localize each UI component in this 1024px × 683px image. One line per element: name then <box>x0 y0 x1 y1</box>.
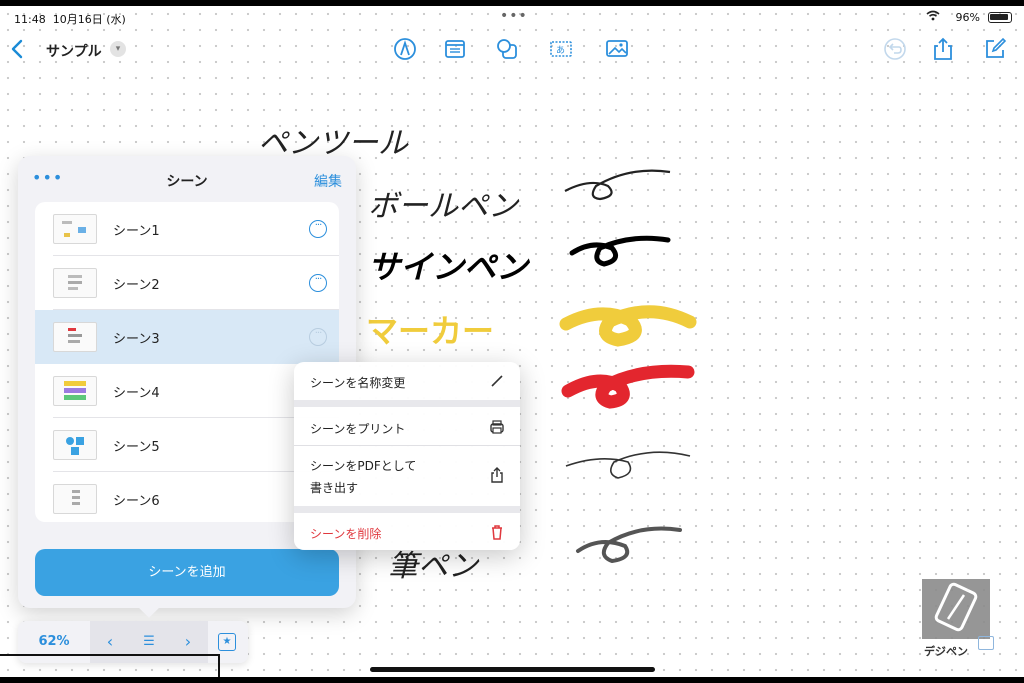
home-indicator[interactable] <box>370 667 655 672</box>
scene-more-icon[interactable]: ··· <box>309 220 327 238</box>
battery-icon <box>988 12 1012 23</box>
edit-button[interactable]: 編集 <box>314 171 342 191</box>
compose-icon <box>986 37 1007 58</box>
delete-scene-item[interactable]: シーンを削除 <box>294 513 520 550</box>
stroke-pencil <box>565 451 691 479</box>
text-box-icon: あ <box>550 41 572 57</box>
sidebar-toggle-icon[interactable] <box>978 636 994 650</box>
bottom-navigation: 62% ‹ ☰ › ★ <box>18 621 248 663</box>
rename-scene-item[interactable]: シーンを名称変更 <box>294 362 520 400</box>
back-chevron-icon <box>11 39 23 59</box>
compose-button[interactable] <box>982 36 1008 62</box>
panel-title: シーン <box>166 174 208 190</box>
menu-separator <box>294 506 520 513</box>
svg-text:あ: あ <box>556 45 565 56</box>
pencil-icon <box>488 372 506 390</box>
zoom-level-button[interactable]: 62% <box>18 621 90 663</box>
rename-scene-label: シーンを名称変更 <box>310 376 406 390</box>
hw-fudepen: 筆ペン <box>388 549 480 584</box>
export-pdf-item[interactable]: シーンをPDFとして 書き出す <box>294 446 520 506</box>
scene-name: シーン1 <box>113 224 160 239</box>
pen-tool-button[interactable] <box>392 36 418 62</box>
back-button[interactable] <box>8 36 32 62</box>
share-icon <box>934 37 952 60</box>
status-time: 11:48 10月16日 (水) <box>14 13 126 26</box>
stroke-signpen <box>569 235 671 267</box>
text-box-button[interactable]: あ <box>548 36 574 62</box>
top-toolbar: サンプル ▾ あ <box>0 34 1024 66</box>
scene-thumbnail <box>53 214 97 244</box>
previous-scene-button[interactable]: ‹ <box>92 621 128 663</box>
document-title[interactable]: サンプル <box>46 41 102 61</box>
media-icon <box>606 40 628 57</box>
stroke-ballpen <box>564 169 671 201</box>
hw-marker: マーカー <box>366 312 494 350</box>
printer-icon <box>488 418 506 436</box>
scene-more-icon[interactable]: ··· <box>309 274 327 292</box>
scene-thumbnail <box>53 376 97 406</box>
scene-thumbnail <box>53 430 97 460</box>
divider <box>218 654 220 677</box>
watermark-text: デジペン <box>924 645 968 658</box>
print-scene-label: シーンをプリント <box>310 422 406 436</box>
scene-name: シーン4 <box>113 386 160 401</box>
divider <box>0 654 220 656</box>
favorite-scene-button[interactable]: ★ <box>218 633 236 651</box>
wifi-icon <box>926 10 940 24</box>
scene-row-3[interactable]: シーン3 ··· <box>35 310 339 364</box>
media-button[interactable] <box>604 36 630 62</box>
scene-row-1[interactable]: シーン1 ··· <box>35 202 339 256</box>
shapes-button[interactable] <box>494 36 520 62</box>
scene-name: シーン3 <box>113 332 160 347</box>
trash-icon <box>488 523 506 541</box>
sticky-note-icon <box>445 40 465 58</box>
sticky-note-button[interactable] <box>442 36 468 62</box>
ipad-screen: 11:48 10月16日 (水) ••• 96% サンプル ▾ あ ペンツール … <box>0 6 1024 677</box>
scene-name: シーン6 <box>113 494 160 509</box>
scene-thumbnail <box>53 268 97 298</box>
stroke-marker <box>559 305 697 347</box>
stroke-fudepen <box>576 526 682 564</box>
shapes-icon <box>497 39 517 59</box>
undo-button[interactable] <box>882 36 908 62</box>
watermark-logo <box>922 579 990 639</box>
hw-signpen: サインペン <box>368 248 531 286</box>
scene-context-menu: シーンを名称変更 シーンをプリント シーンをPDFとして 書き出す シーンを削除 <box>294 362 520 550</box>
pen-tool-icon <box>394 38 416 60</box>
scene-thumbnail <box>53 322 97 352</box>
add-scene-button[interactable]: シーンを追加 <box>35 549 339 596</box>
scene-navigator: ‹ ☰ › <box>90 621 208 663</box>
title-menu-chevron-icon[interactable]: ▾ <box>110 41 126 57</box>
export-pdf-label-line2: 書き出す <box>310 481 359 495</box>
tablet-pen-icon <box>934 582 978 632</box>
multitasking-dots[interactable]: ••• <box>500 8 528 24</box>
stroke-crayon <box>561 364 695 409</box>
scene-thumbnail <box>53 484 97 514</box>
scene-row-2[interactable]: シーン2 ··· <box>35 256 339 310</box>
delete-scene-label: シーンを削除 <box>310 527 382 541</box>
menu-separator <box>294 400 520 407</box>
battery-percent: 96% <box>955 11 980 24</box>
scene-more-icon[interactable]: ··· <box>309 328 327 346</box>
hw-ballpen: ボールペン <box>368 189 520 224</box>
panel-pointer <box>139 598 159 618</box>
share-export-icon <box>488 466 506 484</box>
scenes-panel-header: ••• シーン 編集 <box>18 156 356 204</box>
share-button[interactable] <box>930 36 956 62</box>
next-scene-button[interactable]: › <box>170 621 206 663</box>
undo-icon <box>884 38 906 60</box>
scene-name: シーン5 <box>113 440 160 455</box>
scene-name: シーン2 <box>113 278 160 293</box>
print-scene-item[interactable]: シーンをプリント <box>294 407 520 445</box>
status-bar: 11:48 10月16日 (水) ••• 96% <box>0 6 1024 28</box>
export-pdf-label-line1: シーンをPDFとして <box>310 459 417 473</box>
scene-list-button[interactable]: ☰ <box>131 621 167 663</box>
